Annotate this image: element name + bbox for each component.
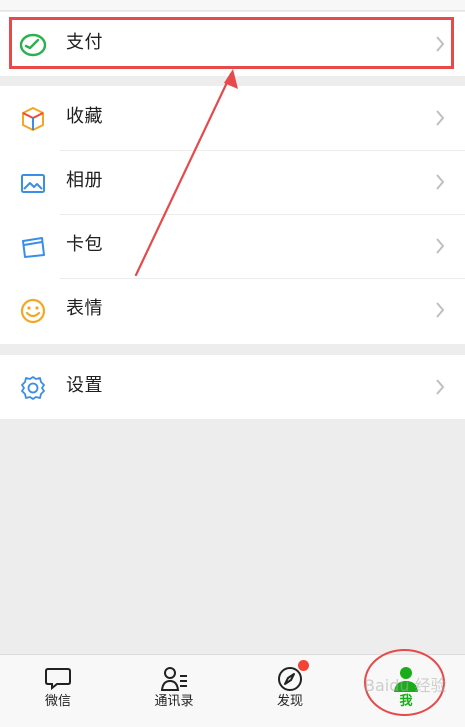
menu-item-album[interactable]: 相册 [0,150,465,214]
tab-wechat[interactable]: 微信 [0,655,116,727]
tab-label-contacts: 通讯录 [154,694,194,709]
main-group: 收藏 相册 卡包 表情 [0,86,465,344]
menu-item-cards[interactable]: 卡包 [0,214,465,278]
menu-label-pay: 支付 [66,32,103,53]
person-icon [394,667,418,692]
menu-label-cards: 卡包 [66,234,103,255]
menu-label-album: 相册 [66,170,103,191]
chevron-right-icon [436,36,445,52]
chevron-right-icon [436,174,445,190]
menu-item-pay[interactable]: 支付 [0,12,465,76]
chevron-right-icon [436,302,445,318]
discover-badge-dot [298,660,309,671]
tab-label-wechat: 微信 [44,694,71,709]
tab-label-me: 我 [399,694,413,709]
pay-group: 支付 [0,12,465,76]
tab-label-discover: 发现 [276,694,303,709]
contacts-icon [160,667,187,691]
tab-discover[interactable]: 发现 [232,655,348,727]
smile-icon [20,298,46,324]
cube-icon [22,106,44,132]
card-icon [22,237,45,258]
menu-label-favorites: 收藏 [66,106,103,127]
wallet-icon [19,33,47,57]
chat-icon [45,668,71,691]
bottom-nav: 微信 通讯录 发现 我 [0,654,465,727]
tab-me[interactable]: 我 [348,655,464,727]
top-strip [0,0,465,11]
chevron-right-icon [436,238,445,254]
menu-item-favorites[interactable]: 收藏 [0,86,465,150]
gear-icon [21,376,45,400]
chevron-right-icon [436,379,445,395]
image-icon [21,174,45,193]
tab-contacts[interactable]: 通讯录 [116,655,232,727]
chevron-right-icon [436,110,445,126]
settings-group: 设置 [0,355,465,419]
menu-item-settings[interactable]: 设置 [0,355,465,419]
menu-label-settings: 设置 [66,375,103,396]
menu-label-stickers: 表情 [66,298,103,319]
menu-item-stickers[interactable]: 表情 [0,278,465,342]
me-page: 支付 收藏 相册 卡包 表情 设置 微信 通讯录 发现 我 Baidu 经验 [0,0,465,727]
